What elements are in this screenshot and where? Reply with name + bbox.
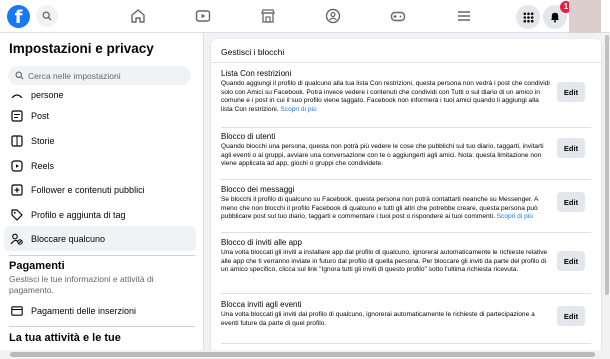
menu-icon	[458, 11, 470, 21]
divider	[221, 293, 591, 294]
block-event-invites-section: Blocca inviti agli eventi Una volta bloc…	[221, 300, 551, 328]
section-title: Blocco dei messaggi	[221, 185, 295, 194]
sidebar-item-tag[interactable]: Profilo e aggiunta di tag	[4, 202, 196, 227]
section-title: Blocca inviti agli eventi	[221, 300, 302, 309]
edit-block-event-invites-button[interactable]: Edit	[557, 306, 585, 326]
divider	[9, 326, 195, 327]
video-nav[interactable]	[194, 7, 212, 25]
sidebar-item-follower[interactable]: Follower e contenuti pubblici	[4, 177, 196, 202]
follower-icon	[10, 183, 23, 196]
home-nav[interactable]	[129, 7, 147, 25]
tag-icon	[10, 208, 23, 221]
reels-icon	[10, 159, 23, 172]
sidebar-item-pagamenti-inserzioni[interactable]: Pagamenti delle inserzioni	[4, 298, 196, 323]
sidebar-item-label: Follower e contenuti pubblici	[31, 184, 145, 195]
edit-block-users-button[interactable]: Edit	[557, 138, 585, 158]
gaming-icon	[390, 11, 406, 22]
block-users-section: Blocco di utenti Quando blocchi una pers…	[221, 132, 551, 169]
marketplace-nav[interactable]	[259, 7, 277, 25]
edit-block-app-invites-button[interactable]: Edit	[557, 251, 585, 271]
activity-section-title: La tua attività e le tue	[9, 332, 121, 344]
section-description: Una volta bloccati gli inviti dal profil…	[221, 311, 535, 327]
sidebar-item-bloccare[interactable]: Bloccare qualcuno	[4, 226, 196, 251]
sidebar-item-label: Pagamenti delle inserzioni	[31, 305, 137, 316]
home-icon	[131, 9, 145, 23]
search-placeholder: Cerca nelle impostazioni	[28, 70, 121, 81]
post-icon	[10, 109, 23, 122]
manage-blocks-card: Gestisci i blocchi Lista Con restrizioni…	[211, 39, 601, 359]
search-icon	[42, 11, 52, 21]
divider	[221, 343, 591, 344]
sidebar-item-reels[interactable]: Reels	[4, 153, 196, 178]
learn-more-link[interactable]: Scopri di più	[280, 106, 316, 113]
top-navigation-bar: f 1	[0, 0, 610, 33]
card-title: Gestisci i blocchi	[221, 47, 285, 57]
vertical-scrollbar[interactable]	[604, 33, 610, 359]
scrollbar-thumb[interactable]	[10, 352, 595, 357]
block-user-icon	[10, 232, 23, 245]
block-messages-section: Blocco dei messaggi Se blocchi il profil…	[221, 185, 551, 222]
video-icon	[195, 10, 211, 22]
facebook-logo[interactable]: f	[7, 5, 30, 28]
divider	[221, 232, 591, 233]
section-description: Una volta bloccati gli inviti a installa…	[221, 249, 548, 273]
stories-icon	[10, 134, 23, 147]
section-description: Quando blocchi una persona, questa non p…	[221, 143, 544, 167]
payment-card-icon	[10, 304, 23, 317]
sidebar-item-post[interactable]: Post	[4, 103, 196, 128]
apps-button[interactable]	[516, 5, 540, 29]
apps-grid-icon	[523, 12, 533, 22]
section-title: Blocco di utenti	[221, 132, 276, 141]
edit-block-messages-button[interactable]: Edit	[557, 192, 585, 212]
profile-avatar[interactable]	[569, 0, 601, 33]
divider	[221, 127, 591, 128]
search-button[interactable]	[36, 5, 58, 27]
block-app-invites-section: Blocco di inviti alle app Una volta bloc…	[221, 238, 551, 275]
sidebar-item-label: Post	[31, 110, 50, 121]
page-title: Impostazioni e privacy	[9, 41, 154, 56]
scrollbar-thumb[interactable]	[605, 35, 609, 295]
divider	[211, 62, 601, 63]
payments-section-description: Gestisci le tue informazioni e attività …	[9, 274, 154, 295]
gaming-nav[interactable]	[389, 7, 407, 25]
restricted-list-section: Lista Con restrizioni Quando aggiungi il…	[221, 69, 551, 114]
sidebar-item-storie[interactable]: Storie	[4, 128, 196, 153]
bell-icon	[551, 12, 559, 23]
menu-nav[interactable]	[455, 7, 473, 25]
payments-section-title: Pagamenti	[9, 260, 65, 272]
notifications-button[interactable]: 1	[543, 1, 572, 29]
divider	[9, 255, 195, 256]
learn-more-link[interactable]: Scopri di più	[497, 213, 533, 220]
search-icon	[15, 71, 24, 80]
marketplace-icon	[261, 9, 275, 23]
section-description: Quando aggiungi il profilo di qualcuno a…	[221, 80, 550, 113]
sidebar-item-label: Profilo e aggiunta di tag	[31, 209, 126, 220]
groups-nav[interactable]	[324, 7, 342, 25]
section-title: Lista Con restrizioni	[221, 69, 292, 78]
groups-icon	[325, 8, 341, 24]
section-description: Se blocchi il profilo di qualcuno su Fac…	[221, 196, 539, 220]
divider	[221, 179, 591, 180]
sidebar-item-label: Storie	[31, 135, 55, 146]
horizontal-scrollbar[interactable]	[0, 350, 604, 359]
sidebar-item-label: persone	[31, 89, 64, 100]
sidebar-item-label: Reels	[31, 160, 55, 171]
edit-restricted-list-button[interactable]: Edit	[557, 82, 585, 102]
settings-sidebar: Impostazioni e privacy Cerca nelle impos…	[0, 33, 204, 359]
sidebar-item-label: Bloccare qualcuno	[31, 233, 106, 244]
main-content: Gestisci i blocchi Lista Con restrizioni…	[204, 33, 604, 359]
section-title: Blocco di inviti alle app	[221, 238, 302, 247]
people-icon	[10, 88, 23, 101]
